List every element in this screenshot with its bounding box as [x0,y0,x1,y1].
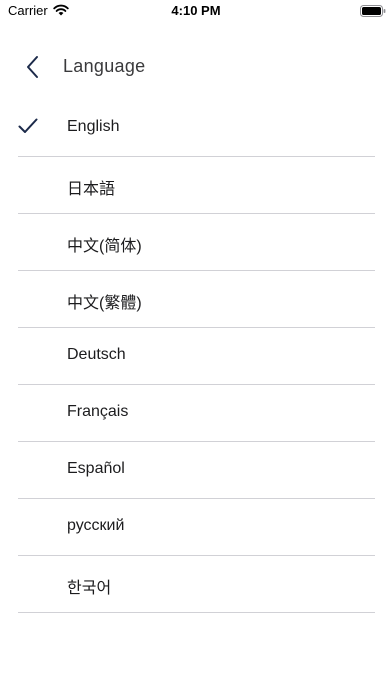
language-label: Français [67,403,129,420]
language-item-korean[interactable]: 한국어 [0,556,392,613]
page-title: Language [63,56,146,76]
back-button[interactable] [20,54,46,80]
checkmark-icon [18,118,38,133]
status-bar: Carrier 4:10 PM [0,0,392,24]
language-label: русский [67,517,125,534]
language-list: English 日本語 中文(简体) 中文(繁體) Deutsch França… [0,100,392,613]
chevron-left-icon [27,56,38,78]
language-label: Español [67,460,125,477]
language-label: 한국어 [67,580,112,597]
language-item-german[interactable]: Deutsch [0,328,392,385]
language-item-chinese-traditional[interactable]: 中文(繁體) [0,271,392,328]
language-item-chinese-simplified[interactable]: 中文(简体) [0,214,392,271]
language-item-russian[interactable]: русский [0,499,392,556]
language-item-french[interactable]: Français [0,385,392,442]
clock: 4:10 PM [171,3,221,18]
language-label: 中文(简体) [67,238,142,255]
language-item-spanish[interactable]: Español [0,442,392,499]
language-item-japanese[interactable]: 日本語 [0,157,392,214]
language-label: Deutsch [67,346,126,363]
language-item-english[interactable]: English [0,100,392,157]
battery-icon [360,5,386,17]
language-label: 中文(繁體) [67,295,142,312]
language-label: English [67,118,120,135]
nav-header: Language [0,44,392,88]
language-label: 日本語 [67,181,116,198]
